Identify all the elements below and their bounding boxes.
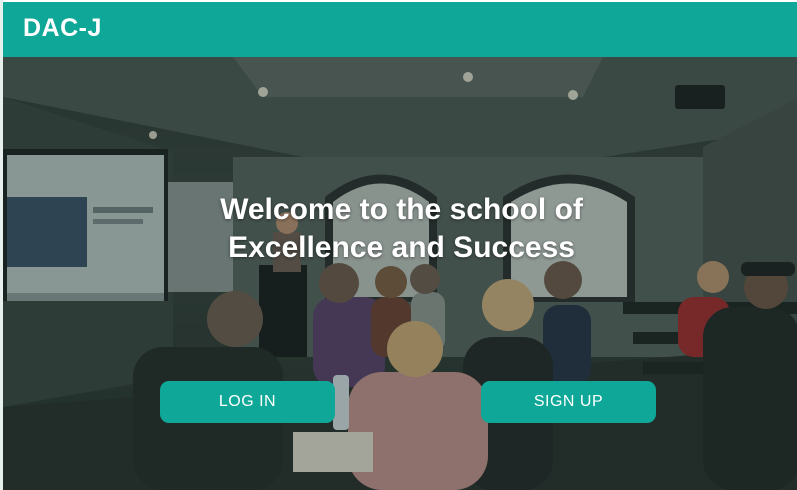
hero-section: Welcome to the school of Excellence and … <box>3 57 797 490</box>
welcome-line-1: Welcome to the school of <box>220 193 583 226</box>
app-frame: DAC-J Welcome to the school of Excellenc… <box>0 0 797 490</box>
top-navbar: DAC-J <box>3 0 797 57</box>
brand-logo[interactable]: DAC-J <box>23 14 102 43</box>
login-button[interactable]: LOG IN <box>160 381 335 423</box>
welcome-heading: Welcome to the school of Excellence and … <box>3 191 797 267</box>
hero-dim-overlay <box>3 57 797 490</box>
signup-button[interactable]: SIGN UP <box>481 381 656 423</box>
welcome-line-2: Excellence and Success <box>228 231 575 264</box>
